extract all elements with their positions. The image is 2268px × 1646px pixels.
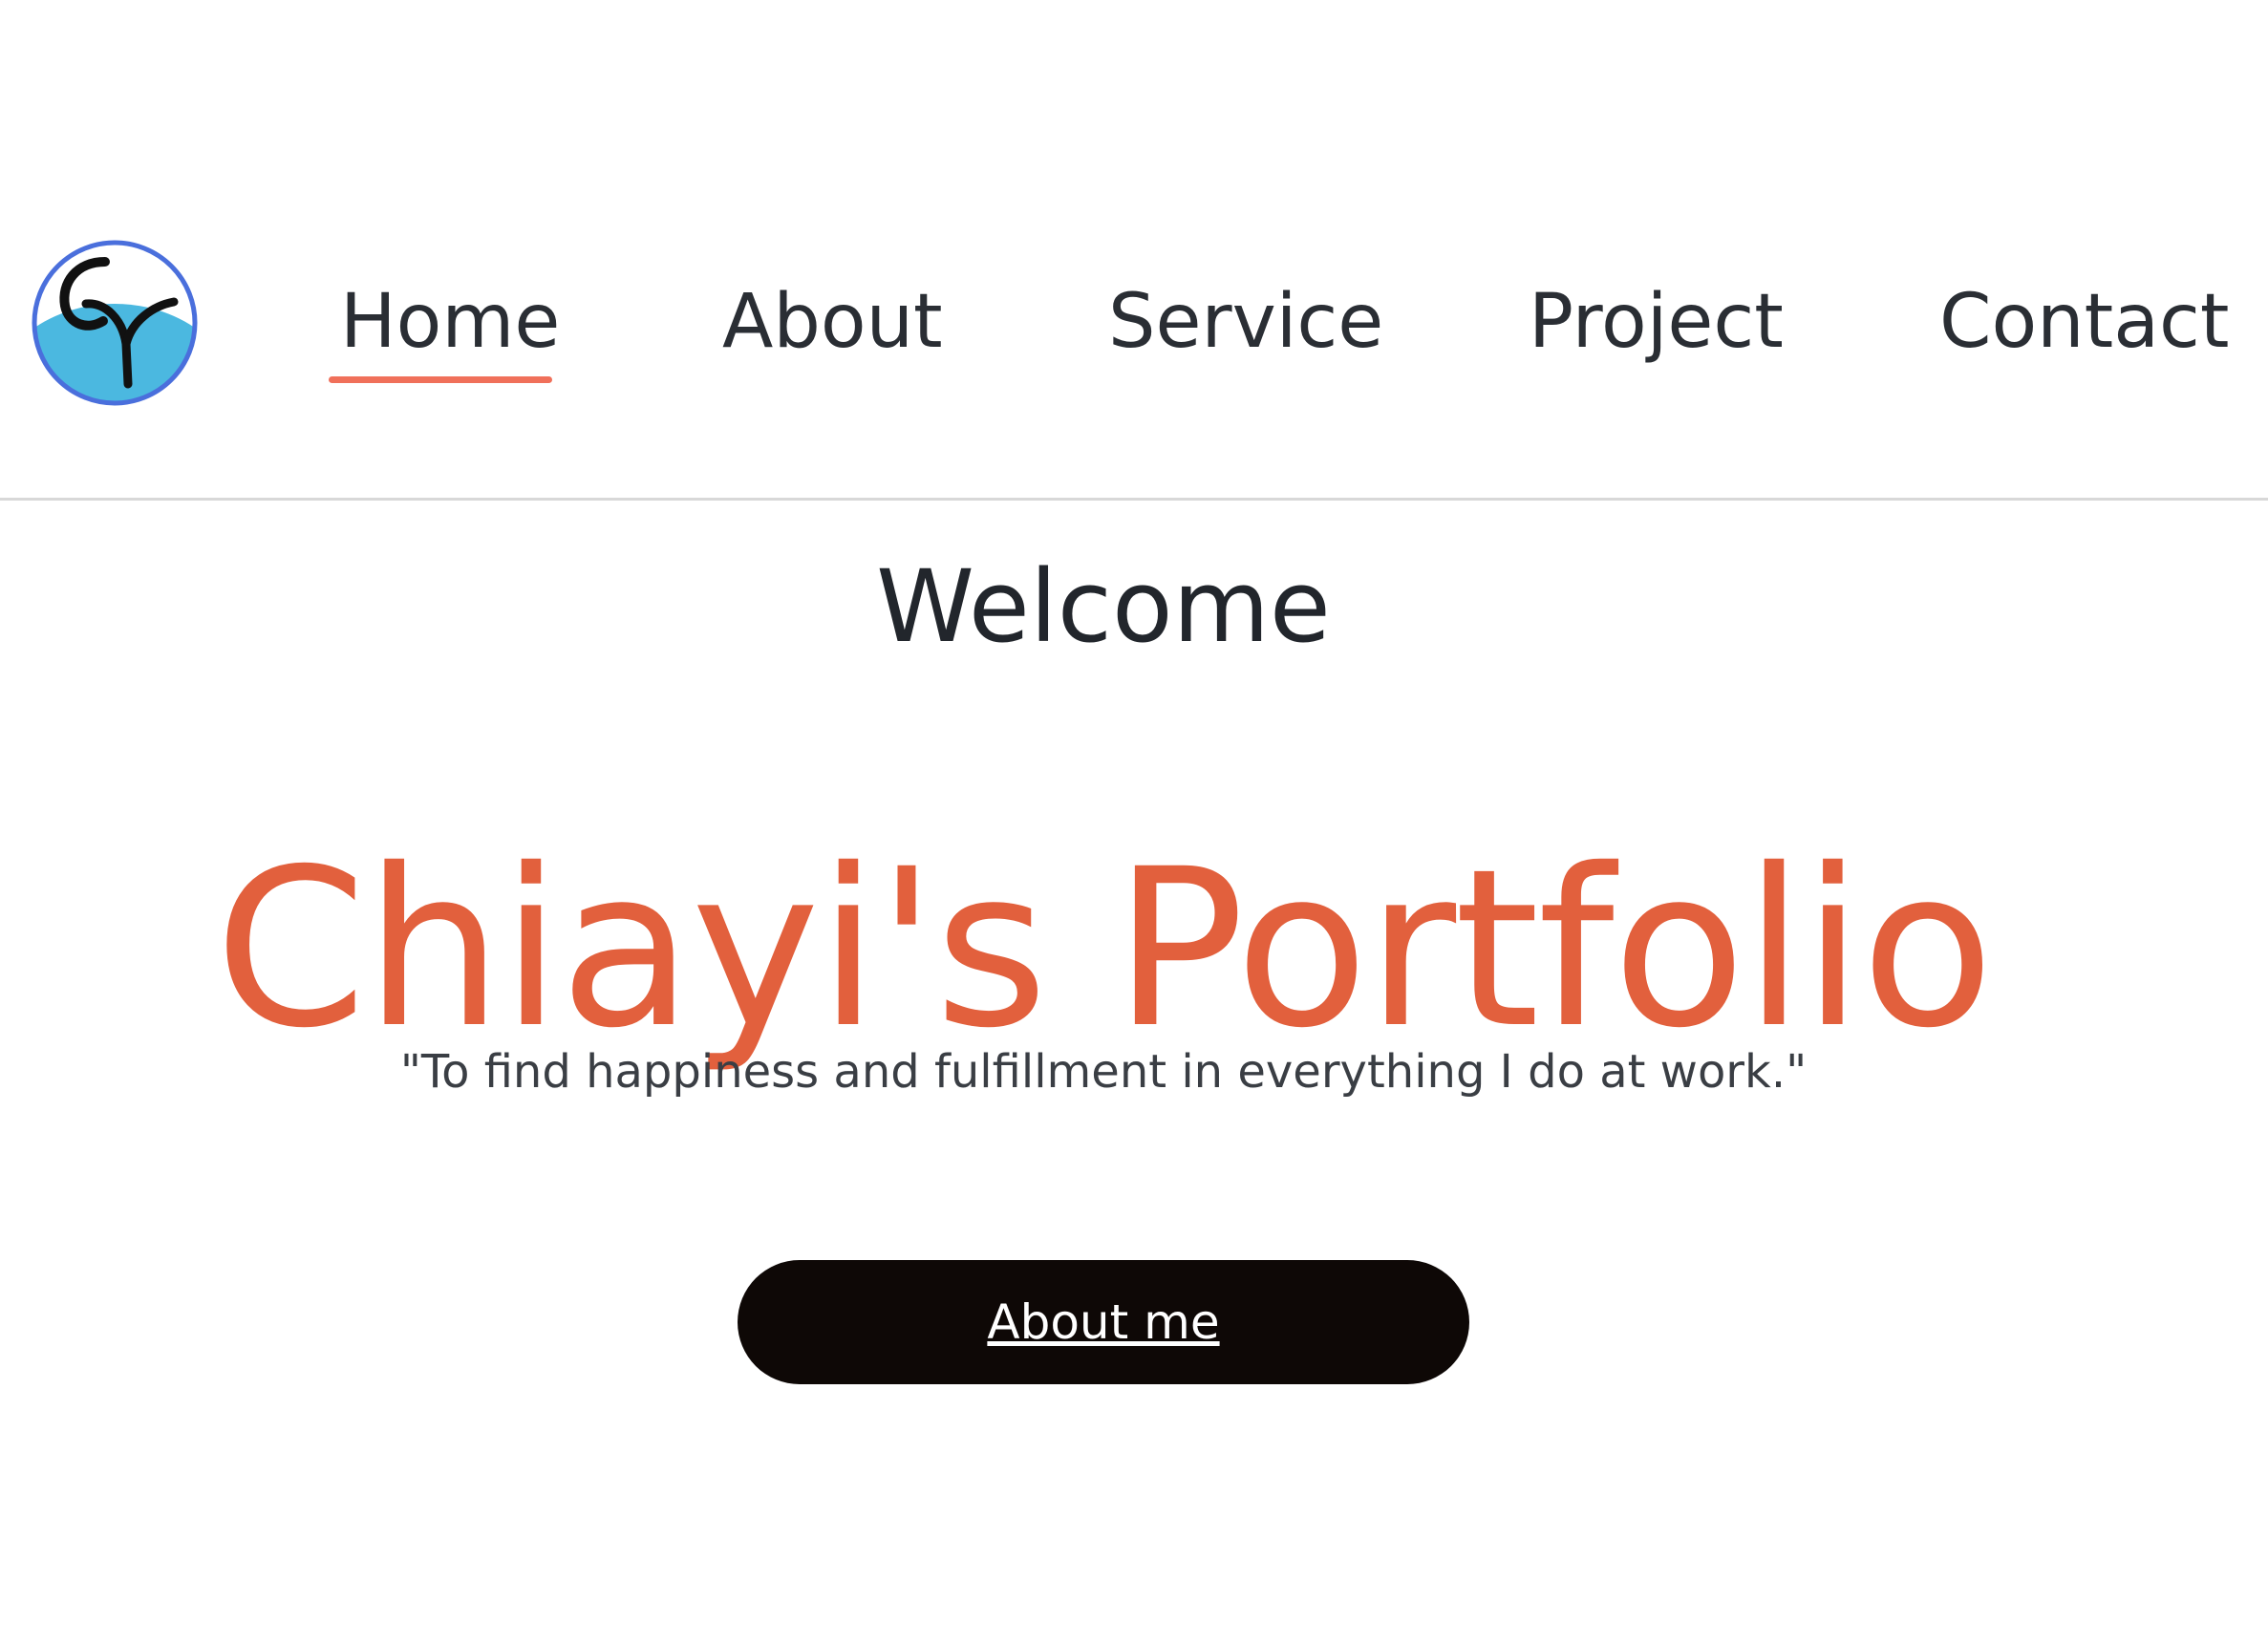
hero-quote: "To find happiness and fulfillment in ev… — [399, 1045, 1808, 1099]
nav-service-link[interactable]: Service — [1108, 269, 1383, 374]
nav-active-underline — [329, 376, 552, 383]
cy-monogram-logo-icon — [32, 240, 198, 406]
site-header: Home About Service Project Contact — [0, 0, 2268, 501]
nav-project-link[interactable]: Project — [1529, 269, 1784, 374]
about-me-button[interactable]: About me — [738, 1260, 1469, 1384]
nav-about-link[interactable]: About — [722, 269, 943, 374]
site-logo[interactable] — [31, 239, 199, 407]
hero-welcome-text: Welcome — [876, 548, 1331, 665]
nav-home-link[interactable]: Home — [340, 269, 560, 374]
nav-contact-link[interactable]: Contact — [1939, 269, 2229, 374]
